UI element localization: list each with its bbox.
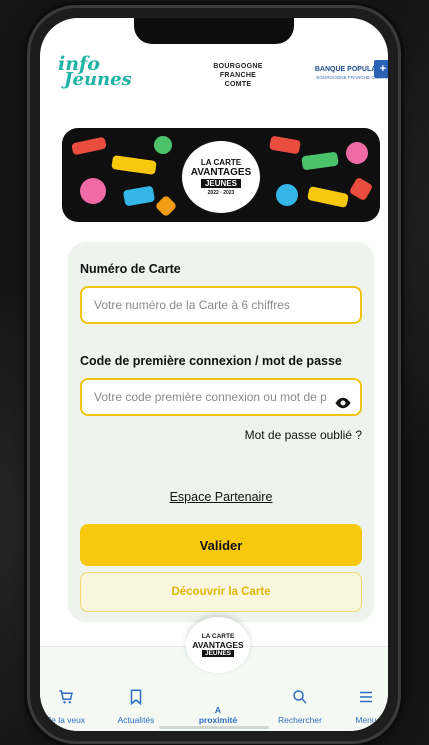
tab-a-proximite[interactable]: A proximité [180,705,256,725]
password-label: Code de première connexion / mot de pass… [80,354,342,368]
banner-decor [122,185,156,207]
region-line: COMTE [224,81,252,88]
menu-icon [360,691,372,703]
banner-decor [154,136,172,154]
hero-banner: LA CARTE AVANTAGES JEUNES 2022 · 2023 [62,128,380,222]
banner-decor [80,178,106,204]
phone-notch [134,18,294,44]
login-form: Numéro de Carte Code de première connexi… [68,242,374,622]
forgot-password-link[interactable]: Mot de passe oublié ? [245,428,362,442]
bottom-tab-bar: Je la veux Actualités LA CARTE AVANTAGES… [40,617,388,731]
carte-avantages-tab-badge[interactable]: LA CARTE AVANTAGES JEUNES [186,617,250,673]
bank-logo: BANQUE POPULAIRE BOURGOGNE FRANCHE COMTÉ… [292,60,388,82]
tab-menu[interactable]: Menu [334,688,388,725]
banner-decor [154,194,178,218]
tab-label: proximité [198,715,238,725]
home-indicator [159,726,269,729]
banner-decor [306,185,350,209]
banner-decor [71,136,107,156]
region-line: BOURGOGNE [213,63,263,70]
region-line: FRANCHE [219,72,257,79]
region-logo: BOURGOGNE FRANCHE COMTE [198,62,278,89]
center-badge-line: AVANTAGES [192,639,244,650]
tab-actualites[interactable]: Actualités [104,688,168,725]
discover-card-button[interactable]: Découvrir la Carte [80,572,362,612]
logo-line-jeunes: Jeunes [64,69,132,90]
carte-avantages-jeunes-logo: LA CARTE AVANTAGES JEUNES 2022 · 2023 [180,139,262,215]
tab-je-la-veux[interactable]: Je la veux [40,688,98,725]
phone-frame: info Jeunes BOURGOGNE FRANCHE COMTE BANQ… [30,8,398,741]
banner-decor [301,151,339,171]
tab-label: Actualités [117,715,155,725]
password-input[interactable] [80,378,362,416]
partner-space-link[interactable]: Espace Partenaire [68,490,374,504]
info-jeunes-logo[interactable]: info Jeunes [58,55,132,90]
bookmark-icon [130,689,142,706]
badge-line: LA CARTE [200,158,242,167]
bank-plus-icon: + [374,60,388,78]
tab-label: Menu [355,715,377,725]
eye-icon[interactable] [334,394,352,412]
tab-label: Rechercher [278,715,322,725]
badge-line: AVANTAGES [190,167,252,178]
app-screen: info Jeunes BOURGOGNE FRANCHE COMTE BANQ… [40,18,388,731]
banner-decor [348,176,374,202]
search-icon [293,690,307,704]
badge-year: 2022 · 2023 [207,190,235,196]
tab-label: A [214,705,222,715]
banner-decor [346,142,368,164]
cart-icon [59,690,73,704]
card-number-label: Numéro de Carte [80,262,181,276]
card-number-input[interactable] [80,286,362,324]
tab-rechercher[interactable]: Rechercher [268,688,332,725]
tab-label: Je la veux [46,715,86,725]
center-badge-line: JEUNES [201,649,234,657]
submit-button[interactable]: Valider [80,524,362,566]
banner-decor [276,184,298,206]
banner-decor [111,155,157,175]
badge-line: JEUNES [200,179,241,188]
banner-decor [269,135,301,155]
